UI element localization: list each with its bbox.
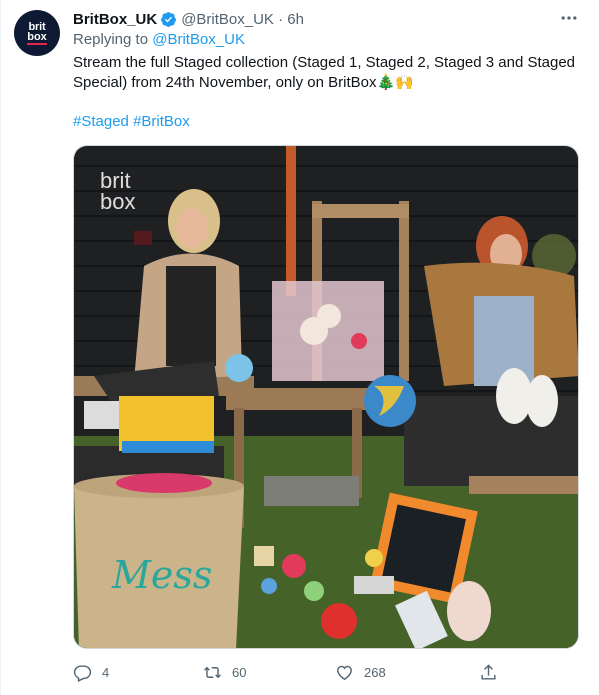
avatar-logo-brit: brit: [28, 20, 46, 33]
reply-button[interactable]: 4: [73, 657, 109, 687]
avatar[interactable]: brit box: [14, 10, 60, 56]
replying-prefix: Replying to: [73, 31, 153, 48]
replying-to-link[interactable]: @BritBox_UK: [152, 31, 245, 48]
tweet-header: BritBox_UK @BritBox_UK · 6h: [73, 9, 304, 29]
tweet-media-photo[interactable]: brit box Mess: [73, 145, 579, 649]
hashtags: #Staged #BritBox: [73, 113, 190, 130]
verified-badge-icon: [161, 11, 177, 27]
avatar-logo-box: box: [27, 30, 47, 45]
reply-icon: [73, 664, 92, 682]
retweet-count: 60: [232, 664, 247, 680]
tweet-actions: 4 60 268: [73, 657, 579, 687]
tweet-text: Stream the full Staged collection (Stage…: [73, 54, 576, 91]
reply-count: 4: [102, 664, 110, 680]
share-button[interactable]: [479, 657, 508, 687]
hashtag-staged[interactable]: #Staged: [73, 113, 129, 130]
retweet-button[interactable]: 60: [203, 657, 246, 687]
share-icon: [481, 663, 496, 680]
like-button[interactable]: 268: [335, 657, 386, 687]
retweet-icon: [204, 666, 221, 678]
more-options-icon[interactable]: [557, 6, 581, 30]
basket-lettering: Mess: [111, 553, 212, 597]
like-count: 268: [364, 664, 386, 680]
hashtag-britbox[interactable]: #BritBox: [133, 113, 190, 130]
media-watermark-box: box: [100, 189, 135, 214]
photo-illustration: brit box Mess: [74, 146, 578, 648]
display-name[interactable]: BritBox_UK: [73, 11, 157, 28]
tweet[interactable]: brit box BritBox_UK @BritBox_UK · 6h Rep…: [0, 0, 599, 695]
replying-to: Replying to @BritBox_UK: [73, 31, 245, 48]
handle-and-time[interactable]: @BritBox_UK · 6h: [181, 11, 304, 28]
heart-icon: [337, 665, 352, 680]
